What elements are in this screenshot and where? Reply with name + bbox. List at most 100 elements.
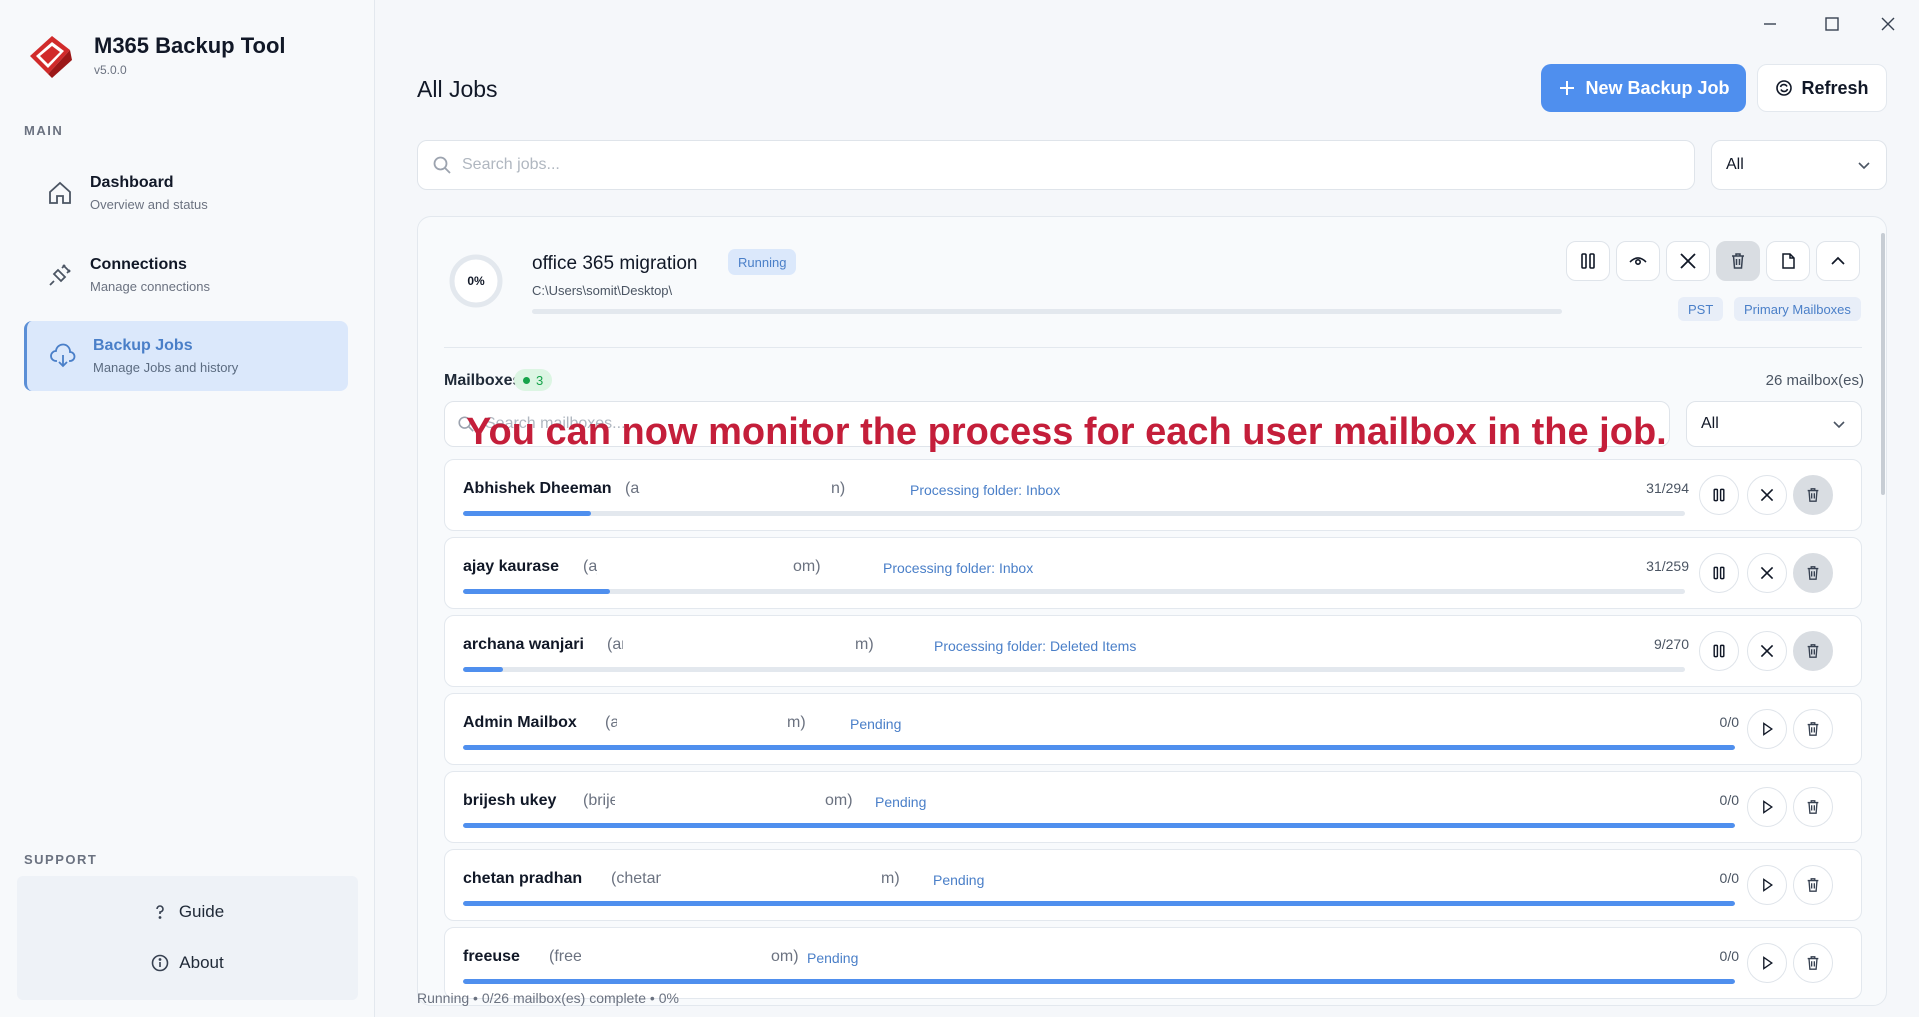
pause-mailbox-button[interactable] (1699, 475, 1739, 515)
sidebar-item-subtitle: Manage connections (90, 279, 210, 294)
app-logo-icon (30, 36, 72, 78)
sidebar-item-backup-jobs[interactable]: Backup Jobs Manage Jobs and history (24, 321, 348, 391)
mailbox-email-start: (free (549, 948, 582, 965)
email-redaction (623, 630, 855, 660)
start-mailbox-button[interactable] (1747, 943, 1787, 983)
file-icon (1782, 253, 1795, 269)
mailbox-progress-count: 0/0 (1719, 870, 1739, 886)
active-mailbox-count-badge: 3 (514, 369, 553, 391)
mailbox-email-end: m) (855, 636, 874, 653)
delete-job-button[interactable] (1716, 241, 1760, 281)
play-icon (1763, 956, 1773, 970)
mailbox-progress-fill (463, 901, 1735, 906)
delete-mailbox-button[interactable] (1793, 865, 1833, 905)
mailbox-progress-fill (463, 823, 1735, 828)
mailbox-status: Processing folder: Inbox (910, 482, 1061, 498)
mailbox-row: brijesh ukey (brije: om) Pending 0/0 (444, 771, 1862, 843)
guide-link[interactable]: Guide (17, 902, 358, 922)
job-filter-select[interactable]: All (1711, 140, 1887, 190)
refresh-label: Refresh (1801, 77, 1869, 98)
mailbox-email-end: m) (881, 870, 900, 887)
page-title: All Jobs (417, 76, 498, 102)
pause-mailbox-button[interactable] (1699, 631, 1739, 671)
new-backup-job-button[interactable]: New Backup Job (1541, 64, 1746, 112)
refresh-button[interactable]: Refresh (1757, 64, 1887, 112)
sidebar-item-subtitle: Manage Jobs and history (93, 360, 239, 375)
refresh-icon (1776, 80, 1793, 96)
support-section-label: SUPPORT (24, 852, 98, 867)
delete-mailbox-button[interactable] (1793, 553, 1833, 593)
email-redaction (597, 552, 793, 582)
mailbox-row: archana wanjari (ar m) Processing folder: D… (444, 615, 1862, 687)
mailbox-name: freeuse (463, 948, 520, 965)
mailbox-progress-count: 0/0 (1719, 714, 1739, 730)
pause-mailbox-button[interactable] (1699, 553, 1739, 593)
main-content: All Jobs New Backup Job Refresh All 0% o… (375, 0, 1919, 1017)
cancel-mailbox-button[interactable] (1747, 553, 1787, 593)
new-backup-job-label: New Backup Job (1585, 77, 1730, 98)
pause-job-button[interactable] (1566, 241, 1610, 281)
mailbox-progress-count: 31/259 (1646, 558, 1689, 574)
mailbox-name: ajay kaurase (463, 558, 560, 575)
trash-icon (1807, 878, 1819, 892)
plug-icon (49, 264, 71, 286)
mailbox-filter-value: All (1701, 415, 1719, 432)
search-jobs-field[interactable] (417, 140, 1695, 190)
question-icon (156, 905, 164, 919)
job-path: C:\Users\somit\Desktop\ (532, 283, 673, 298)
trash-icon (1732, 253, 1744, 269)
delete-mailbox-button[interactable] (1793, 631, 1833, 671)
sidebar-item-title: Backup Jobs (93, 337, 193, 354)
delete-mailbox-button[interactable] (1793, 787, 1833, 827)
play-icon (1763, 800, 1773, 814)
delete-mailbox-button[interactable] (1793, 943, 1833, 983)
mailbox-progress-fill (463, 667, 504, 672)
cancel-mailbox-button[interactable] (1747, 475, 1787, 515)
start-mailbox-button[interactable] (1747, 709, 1787, 749)
trash-icon (1807, 566, 1819, 580)
mailbox-progress-bar (463, 979, 1735, 984)
plus-icon (1560, 81, 1575, 95)
mailbox-row: Admin Mailbox(adm)Pending0/0 (444, 693, 1862, 765)
mailbox-name: Admin Mailbox (463, 714, 577, 731)
job-filter-value: All (1726, 156, 1744, 173)
email-redaction (615, 786, 825, 816)
job-status-badge: Running (728, 249, 797, 275)
chevron-up-icon (1831, 256, 1845, 265)
mailbox-progress-fill (463, 589, 610, 594)
mailbox-progress-fill (463, 745, 1735, 750)
pause-icon (1713, 488, 1725, 502)
pause-icon (1713, 566, 1725, 580)
collapse-job-button[interactable] (1816, 241, 1860, 281)
mailbox-filter-select[interactable]: All (1686, 401, 1862, 447)
about-label: About (179, 953, 224, 972)
play-icon (1763, 878, 1773, 892)
mailbox-progress-bar (463, 901, 1735, 906)
overlay-annotation-text: You can now monitor the process for each… (466, 411, 1667, 453)
start-mailbox-button[interactable] (1747, 787, 1787, 827)
scrollbar[interactable] (1881, 233, 1885, 495)
cancel-job-button[interactable] (1666, 241, 1710, 281)
job-name: office 365 migration (532, 253, 698, 274)
job-log-button[interactable] (1766, 241, 1810, 281)
delete-mailbox-button[interactable] (1793, 709, 1833, 749)
search-jobs-input[interactable] (462, 156, 1598, 174)
email-redaction (617, 708, 787, 738)
cancel-mailbox-button[interactable] (1747, 631, 1787, 671)
eye-icon (1629, 257, 1647, 266)
about-link[interactable]: About (17, 953, 358, 973)
mailbox-progress-count: 31/294 (1646, 480, 1689, 496)
start-mailbox-button[interactable] (1747, 865, 1787, 905)
sidebar-item-connections[interactable]: Connections Manage connections (24, 240, 348, 310)
view-job-button[interactable] (1616, 241, 1660, 281)
mailbox-row: Abhishek Dheeman (a n) Processing folder: I… (444, 459, 1862, 531)
mailbox-progress-fill (463, 979, 1735, 984)
trash-icon (1807, 488, 1819, 502)
mailbox-total: 26 mailbox(es) (1765, 372, 1864, 389)
sidebar-item-dashboard[interactable]: Dashboard Overview and status (24, 158, 348, 228)
mailbox-status: Processing folder: Inbox (883, 560, 1034, 576)
mailbox-progress-bar (463, 589, 1685, 594)
mailboxes-title: Mailboxes (444, 372, 522, 389)
delete-mailbox-button[interactable] (1793, 475, 1833, 515)
mailbox-email-end: om) (793, 558, 821, 575)
